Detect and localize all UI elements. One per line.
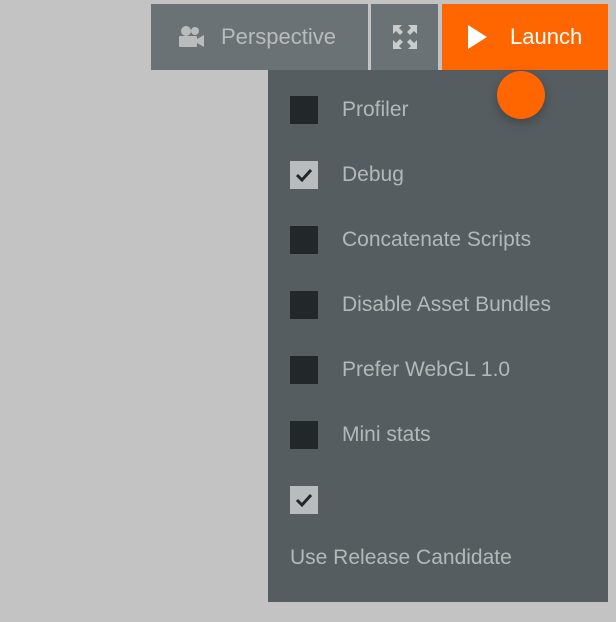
mini-stats-checkbox[interactable] xyxy=(290,421,318,449)
checkmark-icon xyxy=(295,168,313,183)
menu-item-concatenate-scripts[interactable]: Concatenate Scripts xyxy=(268,215,608,265)
play-icon xyxy=(466,24,488,50)
menu-item-release-candidate-toggle[interactable] xyxy=(268,475,608,525)
menu-item-label: Mini stats xyxy=(342,423,431,446)
menu-item-profiler[interactable]: Profiler xyxy=(268,85,608,135)
launch-label: Launch xyxy=(510,24,583,49)
concatenate-scripts-checkbox[interactable] xyxy=(290,226,318,254)
camera-icon xyxy=(177,25,205,49)
release-candidate-label[interactable]: Use Release Candidate xyxy=(290,546,512,570)
menu-item-label: Disable Asset Bundles xyxy=(342,293,551,316)
launch-options-menu: Profiler Debug Concatenate Scripts Disab… xyxy=(268,70,608,602)
touch-cursor xyxy=(497,71,545,119)
menu-item-label: Debug xyxy=(342,163,404,186)
menu-item-debug[interactable]: Debug xyxy=(268,150,608,200)
debug-checkbox[interactable] xyxy=(290,161,318,189)
launch-button[interactable]: Launch xyxy=(442,4,608,70)
prefer-webgl1-checkbox[interactable] xyxy=(290,356,318,384)
profiler-checkbox[interactable] xyxy=(290,96,318,124)
menu-item-disable-asset-bundles[interactable]: Disable Asset Bundles xyxy=(268,280,608,330)
menu-item-mini-stats[interactable]: Mini stats xyxy=(268,410,608,460)
menu-item-label: Prefer WebGL 1.0 xyxy=(342,358,511,381)
release-candidate-checkbox[interactable] xyxy=(290,486,318,514)
perspective-label: Perspective xyxy=(221,24,336,49)
checkmark-icon xyxy=(295,493,313,508)
fullscreen-button[interactable] xyxy=(371,4,438,70)
disable-asset-bundles-checkbox[interactable] xyxy=(290,291,318,319)
perspective-button[interactable]: Perspective xyxy=(151,4,368,70)
menu-item-prefer-webgl1[interactable]: Prefer WebGL 1.0 xyxy=(268,345,608,395)
menu-item-label: Concatenate Scripts xyxy=(342,228,532,251)
expand-icon xyxy=(392,24,418,50)
menu-item-label: Profiler xyxy=(342,98,409,121)
